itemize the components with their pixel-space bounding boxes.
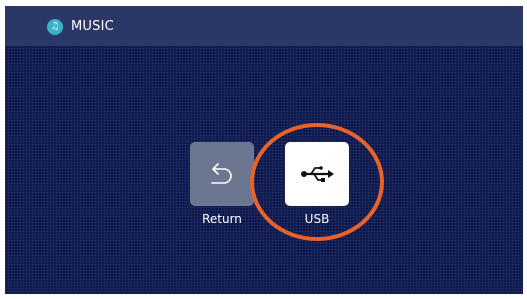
header-bar: ♫ MUSIC — [5, 6, 523, 46]
page-title: MUSIC — [71, 19, 114, 34]
music-note-icon: ♫ — [47, 19, 63, 35]
return-button[interactable] — [190, 142, 254, 206]
return-arrow-icon — [211, 163, 232, 184]
usb-icon — [301, 166, 334, 182]
usb-label: USB — [304, 212, 330, 226]
return-label: Return — [202, 212, 242, 226]
music-screen: ♫ MUSIC Return USB — [5, 6, 523, 294]
usb-button[interactable] — [285, 142, 349, 206]
